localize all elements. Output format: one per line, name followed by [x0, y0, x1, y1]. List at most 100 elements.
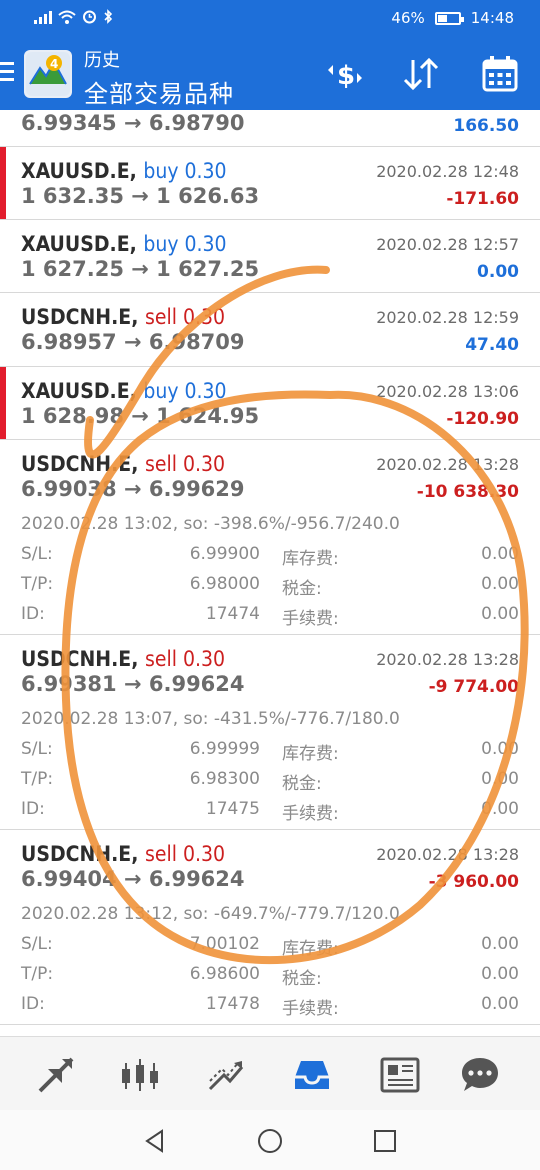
trade-profit: 0.00 — [477, 262, 519, 282]
trade-profit: -9 774.00 — [428, 677, 519, 697]
swap-value: 0.00 — [481, 544, 519, 564]
tp-value: 6.98600 — [189, 964, 260, 984]
tax-label: 税金: — [282, 774, 322, 794]
position-marker — [0, 147, 6, 219]
trade-symbol-line: USDCNH.E, sell 0.30 — [21, 647, 225, 671]
trade-row[interactable]: XAUUSD.E, buy 0.30 2020.02.28 12:57 1 62… — [0, 220, 540, 293]
sl-value: 6.99900 — [189, 544, 260, 564]
menu-icon[interactable] — [0, 62, 14, 82]
status-bar: 46% 14:48 — [0, 0, 540, 36]
svg-text:4: 4 — [50, 57, 58, 71]
trade-symbol-line: USDCNH.E, sell 0.30 — [21, 305, 225, 329]
header-subtitle: 历史 — [84, 50, 120, 71]
status-icons-left — [34, 9, 113, 24]
fee-value: 0.00 — [481, 799, 519, 819]
id-value: 17475 — [205, 799, 260, 819]
back-icon[interactable] — [142, 1128, 168, 1154]
trade-symbol-line: USDCNH.E, sell 0.30 — [21, 842, 225, 866]
trade-time: 2020.02.28 13:06 — [376, 382, 519, 401]
symbol-filter-button[interactable]: $ — [324, 54, 366, 94]
bluetooth-icon — [104, 9, 113, 24]
trade-prices: 6.99381 → 6.99624 — [21, 672, 245, 696]
trade-symbol: USDCNH.E, — [21, 647, 139, 671]
trade-time: 2020.02.28 13:28 — [376, 455, 519, 474]
nav-chat[interactable] — [460, 1055, 500, 1095]
swap-value: 0.00 — [481, 934, 519, 954]
home-icon[interactable] — [257, 1128, 283, 1154]
trade-side: sell 0.30 — [144, 452, 225, 476]
candlestick-chart-icon — [122, 1059, 158, 1091]
calendar-button[interactable] — [478, 54, 520, 94]
wifi-icon — [58, 10, 76, 24]
trade-symbol-line: XAUUSD.E, buy 0.30 — [21, 379, 227, 403]
trade-profit: -3 960.00 — [428, 872, 519, 892]
trade-row-expanded[interactable]: USDCNH.E, sell 0.30 2020.02.28 13:28 6.9… — [0, 830, 540, 1025]
trade-side: sell 0.30 — [144, 842, 225, 866]
sort-button[interactable] — [400, 54, 442, 94]
trade-side: buy 0.30 — [143, 379, 227, 403]
dollar-exchange-icon: $ — [328, 61, 362, 91]
app-logo[interactable]: 4 — [24, 50, 72, 98]
trade-row[interactable]: 6.99345 → 6.98790 166.50 — [0, 110, 540, 147]
trade-symbol: XAUUSD.E, — [21, 159, 137, 183]
fee-value: 0.00 — [481, 604, 519, 624]
trade-profit: 166.50 — [453, 116, 519, 136]
trade-side: buy 0.30 — [143, 232, 227, 256]
id-label: ID: — [21, 604, 45, 624]
svg-text:$: $ — [337, 61, 355, 91]
nav-quotes[interactable] — [36, 1055, 76, 1095]
sl-label: S/L: — [21, 934, 53, 954]
trade-row-expanded[interactable]: USDCNH.E, sell 0.30 2020.02.28 13:28 6.9… — [0, 635, 540, 830]
trade-prices: 6.98957 → 6.98709 — [21, 330, 245, 354]
nav-chart[interactable] — [120, 1055, 160, 1095]
nav-history[interactable] — [292, 1055, 332, 1095]
news-icon — [380, 1057, 420, 1093]
swap-label: 库存费: — [282, 939, 339, 959]
nav-trade[interactable] — [206, 1055, 246, 1095]
trade-row[interactable]: XAUUSD.E, buy 0.30 2020.02.28 12:48 1 63… — [0, 147, 540, 220]
trade-symbol: XAUUSD.E, — [21, 379, 137, 403]
page-title[interactable]: 全部交易品种 — [84, 74, 234, 109]
trade-row[interactable]: XAUUSD.E, buy 0.30 2020.02.28 13:06 1 62… — [0, 367, 540, 440]
trade-chart-icon — [208, 1061, 244, 1091]
fee-label: 手续费: — [282, 804, 339, 824]
tp-label: T/P: — [21, 769, 54, 789]
trade-prices: 1 627.25 → 1 627.25 — [21, 257, 260, 281]
id-value: 17478 — [205, 994, 260, 1014]
nav-news[interactable] — [380, 1055, 420, 1095]
sort-arrows-icon — [403, 57, 439, 91]
trade-symbol-line: XAUUSD.E, buy 0.30 — [21, 232, 227, 256]
sl-label: S/L: — [21, 544, 53, 564]
tax-value: 0.00 — [481, 574, 519, 594]
tp-value: 6.98300 — [189, 769, 260, 789]
trade-symbol-line: USDCNH.E, sell 0.30 — [21, 452, 225, 476]
sl-value: 7.00102 — [189, 934, 260, 954]
fee-label: 手续费: — [282, 999, 339, 1019]
recents-icon[interactable] — [372, 1128, 398, 1154]
trade-profit: -171.60 — [446, 189, 519, 209]
swap-value: 0.00 — [481, 739, 519, 759]
signal-icon — [34, 10, 52, 24]
trade-time: 2020.02.28 12:48 — [376, 162, 519, 181]
battery-percent: 46% — [391, 9, 425, 27]
trade-row-expanded[interactable]: USDCNH.E, sell 0.30 2020.02.28 13:28 6.9… — [0, 440, 540, 635]
trade-prices: 1 632.35 → 1 626.63 — [21, 184, 260, 208]
position-marker — [0, 367, 6, 439]
metatrader-logo-icon: 4 — [26, 52, 70, 96]
trade-time: 2020.02.28 12:59 — [376, 308, 519, 327]
chat-icon — [462, 1058, 498, 1091]
tax-value: 0.00 — [481, 769, 519, 789]
trade-time: 2020.02.28 13:28 — [376, 650, 519, 669]
history-inbox-icon — [295, 1061, 329, 1089]
history-list[interactable]: 6.99345 → 6.98790 166.50 XAUUSD.E, buy 0… — [0, 110, 540, 1036]
battery-level-fill — [437, 14, 447, 22]
id-label: ID: — [21, 994, 45, 1014]
trade-time: 2020.02.28 12:57 — [376, 235, 519, 254]
trade-symbol: XAUUSD.E, — [21, 232, 137, 256]
trade-row[interactable]: USDCNH.E, sell 0.30 2020.02.28 12:59 6.9… — [0, 293, 540, 367]
tax-value: 0.00 — [481, 964, 519, 984]
trade-detail: 2020.02.28 13:02, so: -398.6%/-956.7/240… — [21, 514, 400, 534]
sl-label: S/L: — [21, 739, 53, 759]
id-value: 17474 — [205, 604, 260, 624]
trade-side: sell 0.30 — [144, 647, 225, 671]
